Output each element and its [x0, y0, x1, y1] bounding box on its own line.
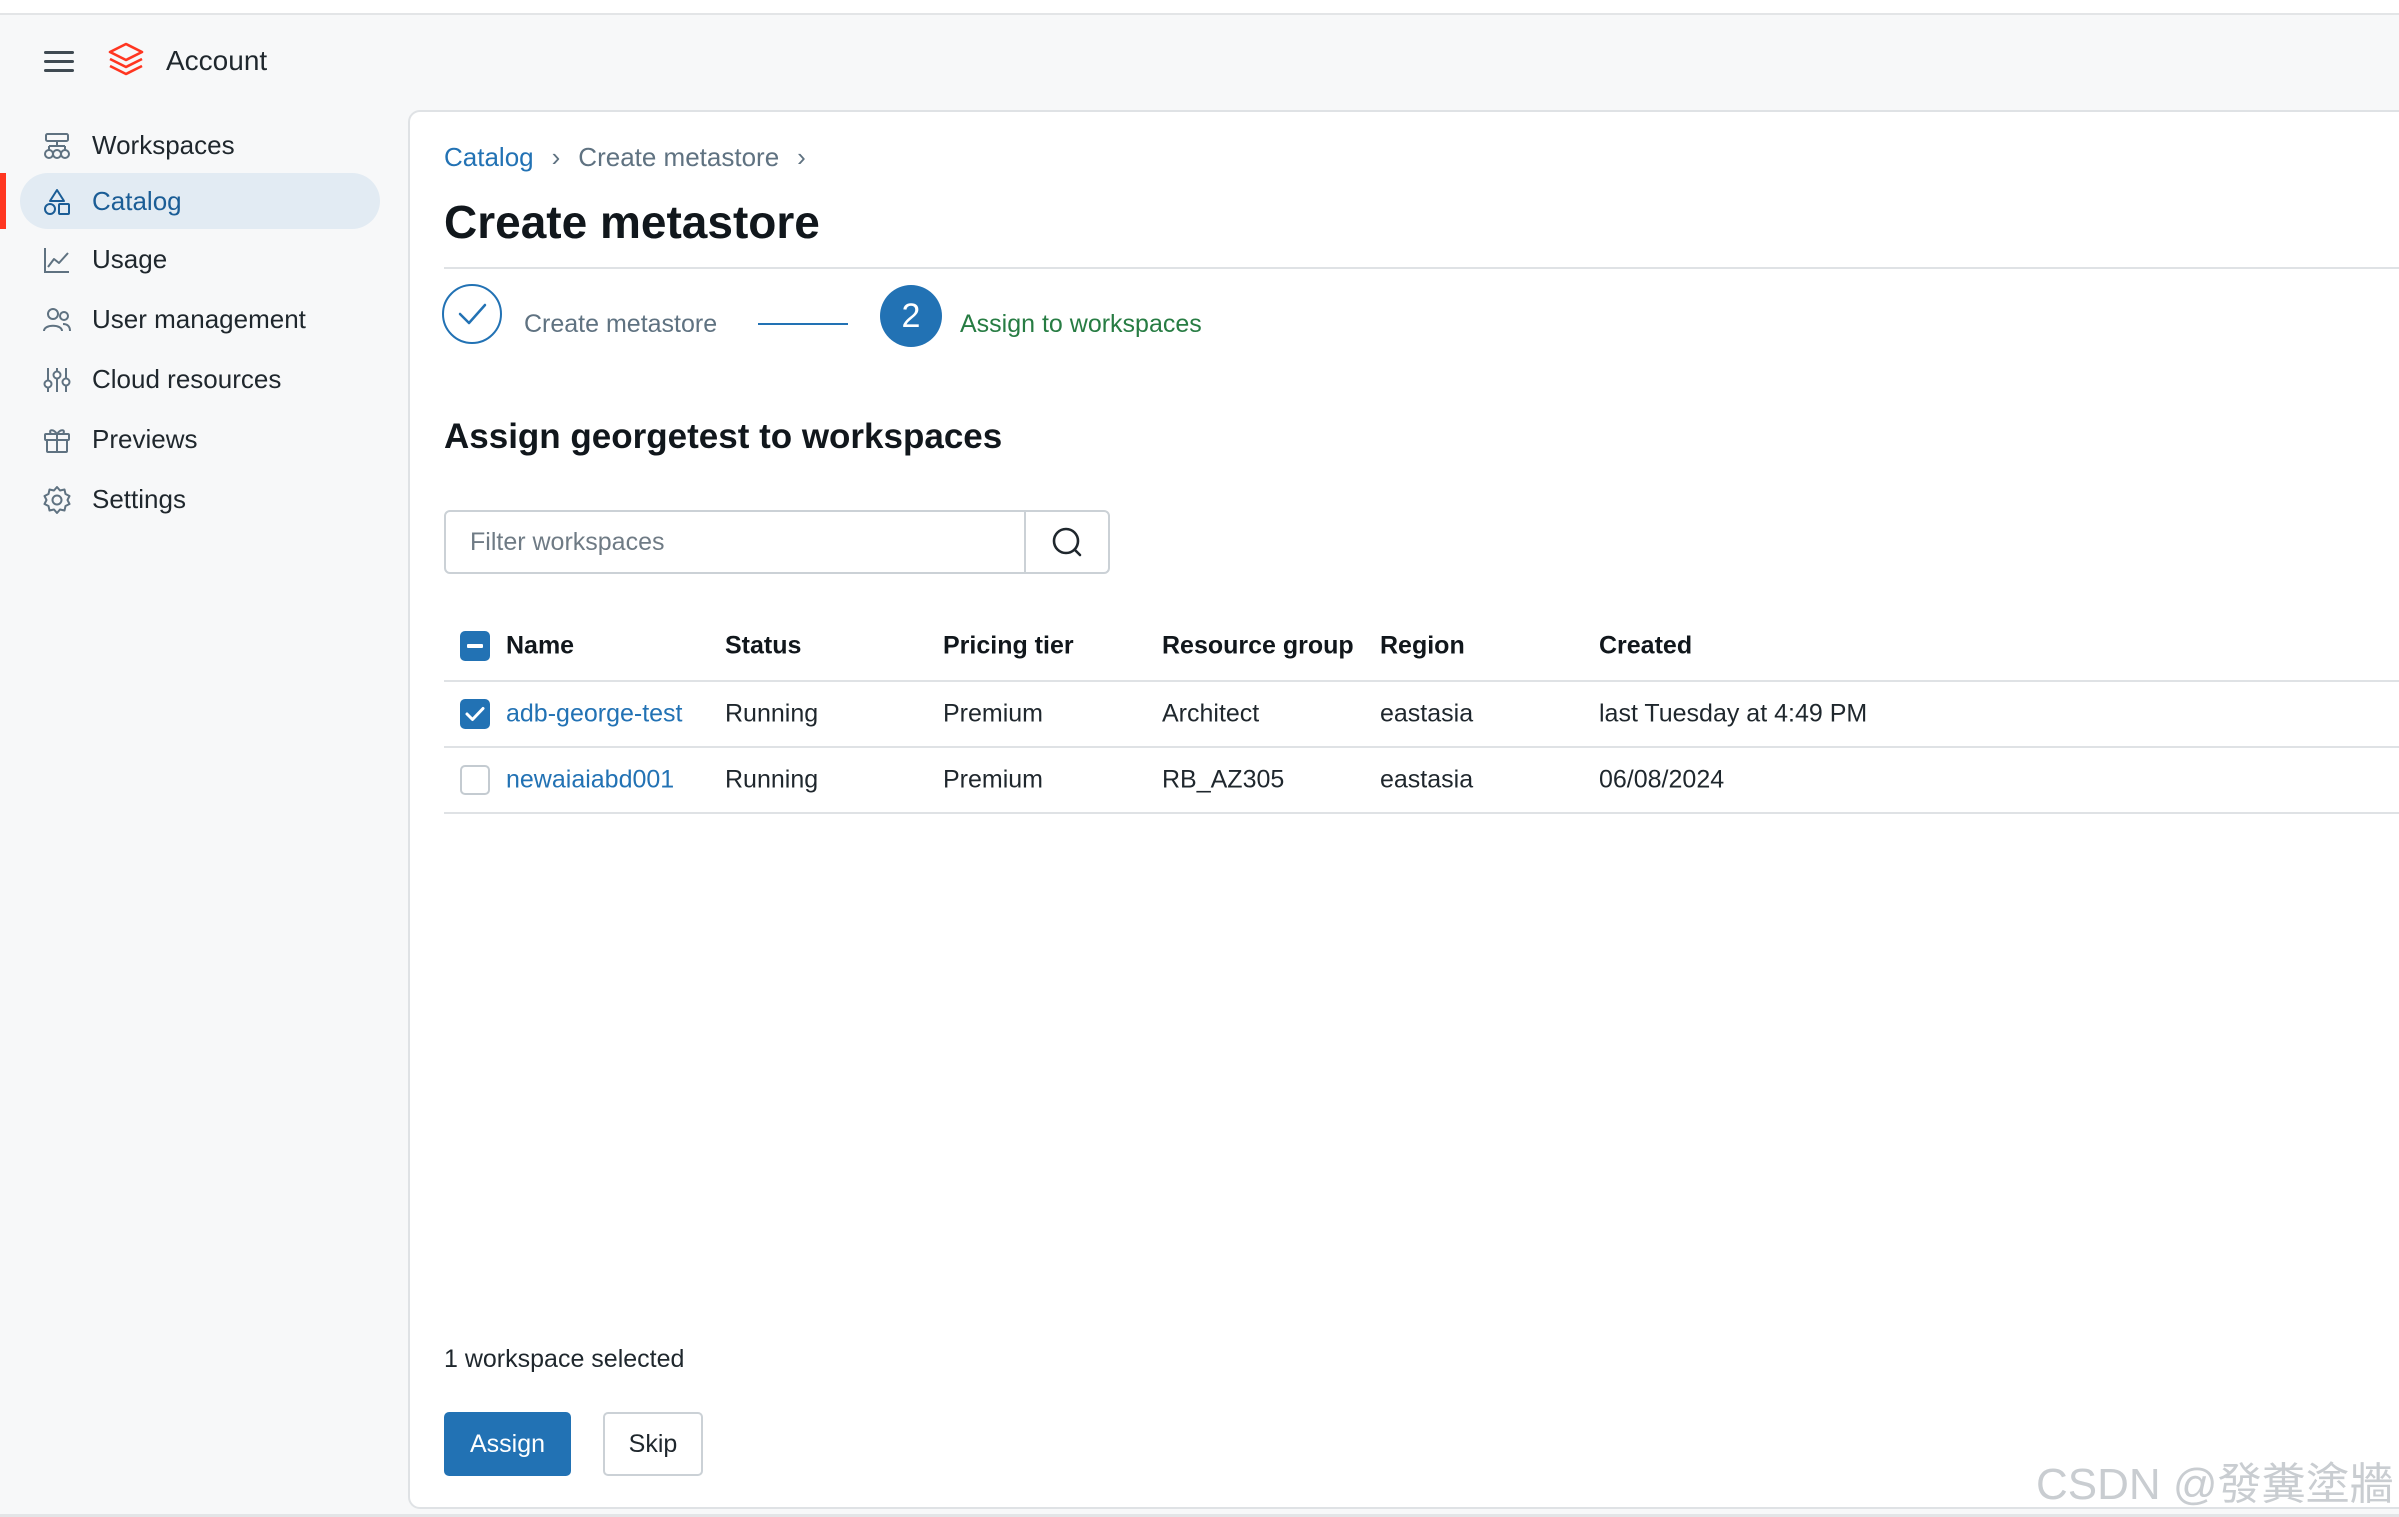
- table-row: adb-george-test Running Premium Architec…: [444, 682, 2399, 748]
- column-header-resource-group[interactable]: Resource group: [1162, 632, 1354, 661]
- sliders-icon: [43, 368, 71, 392]
- workspace-status: Running: [725, 765, 819, 794]
- skip-button[interactable]: Skip: [603, 1412, 703, 1476]
- workspace-created: 06/08/2024: [1599, 765, 1725, 794]
- filter-workspaces-box: [444, 510, 1110, 574]
- section-title: Assign georgetest to workspaces: [444, 417, 1003, 456]
- sidebar-item-label: Workspaces: [92, 129, 235, 160]
- assign-button[interactable]: Assign: [444, 1412, 571, 1476]
- workspace-pricing-tier: Premium: [943, 699, 1044, 728]
- column-header-created[interactable]: Created: [1599, 632, 1692, 661]
- sidebar-item-label: Catalog: [92, 185, 182, 216]
- gear-icon: [43, 486, 71, 514]
- app-header: Account: [0, 15, 2399, 110]
- sidebar-item-label: Previews: [92, 423, 198, 454]
- indeterminate-icon: [467, 644, 483, 648]
- sidebar-item-label: Settings: [92, 483, 186, 514]
- step-2-label: Assign to workspaces: [960, 310, 1202, 338]
- users-icon: [43, 308, 71, 332]
- sidebar-item-catalog[interactable]: Catalog: [20, 173, 380, 229]
- table-header-row: Name Status Pricing tier Resource group …: [444, 612, 2399, 682]
- selection-count: 1 workspace selected: [444, 1345, 685, 1373]
- column-header-region[interactable]: Region: [1380, 632, 1465, 661]
- workspace-status: Running: [725, 699, 819, 728]
- usage-chart-icon: [44, 248, 69, 273]
- breadcrumb-link-catalog[interactable]: Catalog: [444, 142, 534, 173]
- search-icon: [1052, 527, 1082, 557]
- row-checkbox[interactable]: [460, 765, 490, 795]
- workspace-resource-group: RB_AZ305: [1162, 765, 1285, 794]
- sidebar-item-user-management[interactable]: User management: [20, 291, 380, 347]
- table-row: newaiaiabd001 Running Premium RB_AZ305 e…: [444, 748, 2399, 814]
- sidebar-item-cloud-resources[interactable]: Cloud resources: [20, 351, 380, 407]
- main-panel: Catalog › Create metastore › Create meta…: [408, 110, 2399, 1509]
- sidebar-item-previews[interactable]: Previews: [20, 411, 380, 467]
- databricks-logo-icon: [108, 42, 144, 76]
- step-1-indicator: [442, 284, 502, 344]
- hamburger-menu-icon[interactable]: [44, 49, 74, 75]
- sidebar-item-label: Cloud resources: [92, 363, 282, 394]
- row-checkbox[interactable]: [460, 699, 490, 729]
- workspace-pricing-tier: Premium: [943, 765, 1044, 794]
- workspace-name-link[interactable]: adb-george-test: [506, 700, 683, 729]
- workspace-region: eastasia: [1380, 699, 1474, 728]
- check-icon: [465, 707, 485, 721]
- workspace-created: last Tuesday at 4:49 PM: [1599, 699, 1868, 728]
- check-icon: [458, 303, 487, 325]
- search-button[interactable]: [1024, 512, 1108, 572]
- sidebar-item-label: User management: [92, 303, 306, 334]
- sidebar-item-usage[interactable]: Usage: [20, 231, 380, 287]
- sidebar-item-settings[interactable]: Settings: [20, 471, 380, 527]
- app-title: Account: [166, 45, 268, 76]
- column-header-status[interactable]: Status: [725, 632, 801, 661]
- breadcrumb-separator: ›: [551, 142, 561, 172]
- filter-workspaces-input[interactable]: [446, 512, 1026, 572]
- workspaces-icon: [44, 133, 70, 159]
- step-1-label: Create metastore: [524, 310, 718, 338]
- catalog-icon: [44, 189, 70, 215]
- step-2-indicator: 2: [880, 285, 942, 347]
- active-indicator: [0, 173, 6, 229]
- workspace-name-link[interactable]: newaiaiabd001: [506, 766, 674, 795]
- column-header-pricing-tier[interactable]: Pricing tier: [943, 632, 1074, 661]
- sidebar-item-workspaces[interactable]: Workspaces: [20, 117, 380, 173]
- window-top-edge: [0, 0, 2399, 15]
- select-all-checkbox[interactable]: [460, 631, 490, 661]
- workspace-region: eastasia: [1380, 765, 1474, 794]
- breadcrumb-current[interactable]: Create metastore: [578, 142, 779, 173]
- watermark-text: CSDN @發糞塗牆: [2036, 1460, 2394, 1509]
- breadcrumb-separator: ›: [797, 142, 806, 172]
- page-title: Create metastore: [444, 196, 820, 248]
- gift-icon: [44, 429, 70, 453]
- step-connector: [758, 323, 848, 325]
- workspace-resource-group: Architect: [1162, 699, 1260, 728]
- sidebar-item-label: Usage: [92, 243, 168, 274]
- breadcrumb: Catalog › Create metastore ›: [444, 142, 824, 173]
- title-divider: [444, 267, 2399, 269]
- column-header-name[interactable]: Name: [506, 632, 574, 661]
